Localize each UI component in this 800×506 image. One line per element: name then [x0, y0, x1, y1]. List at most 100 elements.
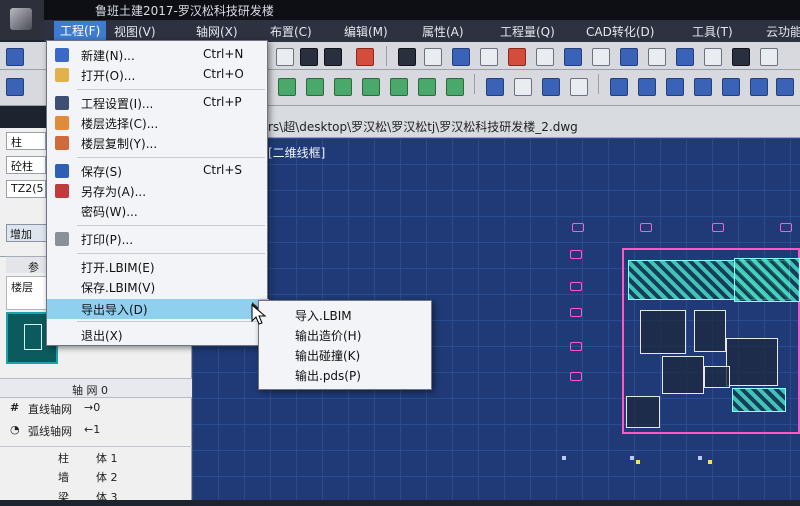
toolbar-column-icon[interactable] [278, 78, 296, 96]
submenu-item-export-collision[interactable]: 输出碰撞(K) [259, 345, 433, 365]
toolbar-3d-box-icon[interactable] [610, 78, 628, 96]
menu-item-open[interactable]: 打开(O)... Ctrl+O [47, 65, 269, 85]
toolbar-scale-icon[interactable] [704, 48, 722, 66]
menu-item-floor-select[interactable]: 楼层选择(C)... [47, 113, 269, 133]
tree-item-column[interactable]: 柱 体 1 [0, 446, 192, 467]
menu-edit[interactable]: 编辑(M) [344, 23, 388, 40]
axis-grid-header: 轴 网 0 [0, 378, 192, 398]
add-component-button[interactable]: 增加 [6, 224, 48, 242]
submenu-item-export-cost[interactable]: 输出造价(H) [259, 325, 433, 345]
toolbar-undo-icon[interactable] [300, 48, 318, 66]
column-marker[interactable] [712, 223, 724, 232]
menu-cad-convert[interactable]: CAD转化(D) [586, 23, 654, 40]
menu-view[interactable]: 视图(V) [114, 23, 156, 40]
tree-item-arc-grid[interactable]: ◔ 弧线轴网 ←1 [0, 420, 192, 440]
toolbar-stair-icon[interactable] [418, 78, 436, 96]
toolbar-redo-icon[interactable] [324, 48, 342, 66]
tree-item-count: ←1 [84, 423, 101, 436]
menu-cloud[interactable]: 云功能 [766, 23, 800, 40]
menu-item-shortcut: Ctrl+N [203, 47, 244, 61]
toolbar-wall-icon[interactable] [306, 78, 324, 96]
menu-item-save[interactable]: 保存(S) Ctrl+S [47, 161, 269, 181]
toolbar-beam-icon[interactable] [334, 78, 352, 96]
menu-item-label: 楼层选择(C)... [81, 117, 159, 131]
column-marker[interactable] [780, 223, 792, 232]
component-type-field[interactable]: 柱 [6, 132, 46, 150]
column-marker[interactable] [570, 308, 582, 317]
toolbar-3d-cone-icon[interactable] [694, 78, 712, 96]
tree-item-beam[interactable]: 梁 体 3 [0, 486, 192, 506]
toolbar-stretch-icon[interactable] [676, 48, 694, 66]
column-marker[interactable] [640, 223, 652, 232]
component-name-field[interactable]: TZ2(5 [6, 180, 46, 198]
toolbar-delete-icon[interactable] [536, 48, 554, 66]
submenu-item-import-lbim[interactable]: 导入.LBIM [259, 305, 433, 325]
column-marker[interactable] [570, 372, 582, 381]
toolbar-grid-icon[interactable] [6, 78, 24, 96]
menu-tools[interactable]: 工具(T) [692, 23, 733, 40]
toolbar-measure-icon[interactable] [356, 48, 374, 66]
toolbar-3d-cylinder-icon[interactable] [638, 78, 656, 96]
property-tab-label[interactable]: 参 [28, 259, 39, 275]
menu-item-new[interactable]: 新建(N)... Ctrl+N [47, 45, 269, 65]
toolbar-opening-icon[interactable] [390, 78, 408, 96]
column-marker[interactable] [572, 223, 584, 232]
toolbar-trim-icon[interactable] [732, 48, 750, 66]
menu-item-password[interactable]: 密码(W)... [47, 201, 269, 221]
component-subtype-field[interactable]: 砼柱 [6, 156, 46, 174]
toolbar-mirror-icon[interactable] [480, 48, 498, 66]
app-logo[interactable] [0, 0, 44, 40]
toolbar-pointer-icon[interactable] [276, 48, 294, 66]
menu-project[interactable]: 工程(F) [54, 21, 107, 41]
toolbar-snap-icon[interactable] [514, 78, 532, 96]
toolbar-new-icon[interactable] [6, 48, 24, 66]
room [694, 310, 726, 352]
menu-quantities[interactable]: 工程量(Q) [500, 23, 555, 40]
menu-item-project-settings[interactable]: 工程设置(I)... Ctrl+P [47, 93, 269, 113]
tree-item-label: 直线轴网 [28, 403, 72, 416]
menu-axis-grid[interactable]: 轴网(X) [196, 23, 238, 40]
menu-separator [77, 89, 265, 90]
tree-item-wall[interactable]: 墙 体 2 [0, 466, 192, 486]
menu-properties[interactable]: 属性(A) [422, 23, 464, 40]
toolbar-3d-view-icon[interactable] [750, 78, 768, 96]
toolbar-layer-icon[interactable] [452, 48, 470, 66]
floor-list-item[interactable]: 楼层 [11, 279, 33, 295]
tree-item-straight-grid[interactable]: # 直线轴网 →0 [0, 398, 192, 418]
toolbar-offset-icon[interactable] [564, 48, 582, 66]
tree-item-count: 体 2 [96, 471, 118, 484]
menu-item-import-export[interactable]: 导出导入(D) [47, 299, 269, 319]
hatched-area [732, 388, 786, 412]
grid-node [698, 456, 702, 460]
toolbar-rotate-icon[interactable] [648, 48, 666, 66]
toolbar-array-icon[interactable] [592, 48, 610, 66]
menu-item-print[interactable]: 打印(P)... [47, 229, 269, 249]
menu-item-save-as[interactable]: 另存为(A)... [47, 181, 269, 201]
menu-item-save-lbim[interactable]: 保存.LBIM(V) [47, 277, 269, 297]
toolbar-3d-sphere-icon[interactable] [666, 78, 684, 96]
toolbar-slab-icon[interactable] [362, 78, 380, 96]
column-marker[interactable] [570, 250, 582, 259]
toolbar-erase-icon[interactable] [508, 48, 526, 66]
menu-item-open-lbim[interactable]: 打开.LBIM(E) [47, 257, 269, 277]
toolbar-remove-point-icon[interactable] [570, 78, 588, 96]
toolbar-crosshair-icon[interactable] [486, 78, 504, 96]
column-marker[interactable] [570, 282, 582, 291]
toolbar-add-point-icon[interactable] [542, 78, 560, 96]
column-marker[interactable] [570, 342, 582, 351]
toolbar-move-icon[interactable] [620, 48, 638, 66]
menu-item-label: 打开(O)... [81, 69, 136, 83]
window-title: 鲁班土建2017-罗汉松科技研发楼 [95, 4, 274, 18]
toolbar-3d-wedge-icon[interactable] [722, 78, 740, 96]
menu-item-exit[interactable]: 退出(X) [47, 325, 269, 345]
submenu-item-export-pds[interactable]: 输出.pds(P) [259, 365, 433, 385]
toolbar-properties-icon[interactable] [398, 48, 416, 66]
toolbar-extend-icon[interactable] [760, 48, 778, 66]
toolbar-ramp-icon[interactable] [446, 78, 464, 96]
menu-item-label: 楼层复制(Y)... [81, 137, 158, 151]
toolbar-orbit-icon[interactable] [776, 78, 794, 96]
menu-layout[interactable]: 布置(C) [270, 23, 312, 40]
menu-item-label: 新建(N)... [81, 49, 135, 63]
menu-item-floor-copy[interactable]: 楼层复制(Y)... [47, 133, 269, 153]
toolbar-copy-icon[interactable] [424, 48, 442, 66]
